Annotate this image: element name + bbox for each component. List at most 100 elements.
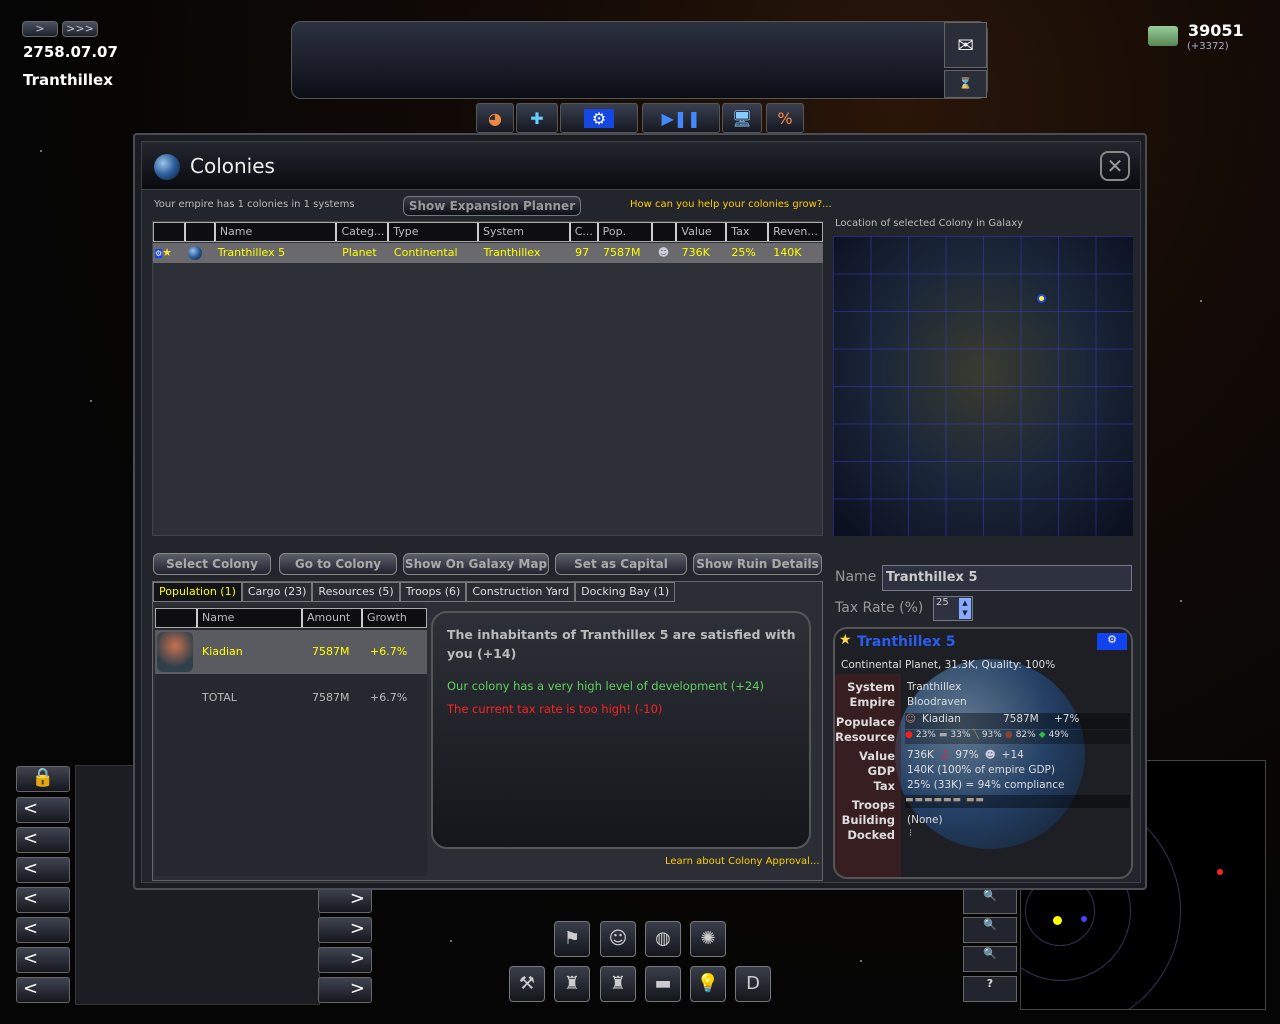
col-amount[interactable]: Amount	[301, 609, 361, 627]
approval-headline: The inhabitants of Tranthillex 5 are sat…	[447, 627, 796, 661]
next-unit-button[interactable]: >	[318, 977, 372, 1003]
label-resource: Resource	[835, 730, 895, 744]
troops-icon[interactable]: ♜	[600, 966, 636, 1002]
planet-icon	[187, 246, 202, 260]
table-row[interactable]: ⚙★ Tranthillex 5 Planet Continental Tran…	[153, 243, 823, 263]
colony-summary: Your empire has 1 colonies in 1 systems	[154, 199, 355, 210]
tax-rate-label: Tax Rate (%)	[835, 600, 924, 616]
col-growth[interactable]: Growth	[361, 609, 421, 627]
speed-slow-button[interactable]: >	[22, 21, 58, 37]
card-tax: 25% (33K) = 94% compliance	[907, 779, 1065, 791]
col-c[interactable]: C...	[568, 223, 597, 241]
resource-value: 33%	[950, 730, 971, 740]
tab-troops[interactable]: Troops (6)	[399, 582, 467, 602]
col-system[interactable]: System	[477, 223, 569, 241]
show-ruin-details-button[interactable]: Show Ruin Details	[693, 553, 822, 575]
zoom-out-icon[interactable]: 🔍	[963, 946, 1017, 972]
detail-panel: Population (1) Cargo (23) Resources (5) …	[152, 581, 823, 881]
prev-unit-button[interactable]: <	[16, 887, 70, 913]
col-type[interactable]: Type	[387, 223, 477, 241]
troop-icon[interactable]: ♜	[554, 966, 590, 1002]
diplomacy-icon[interactable]: ⚑	[554, 921, 590, 957]
col-pop[interactable]: Pop.	[596, 223, 652, 241]
tax-rate-value: 25	[936, 597, 949, 608]
card-race: Kiadian	[921, 713, 961, 725]
next-unit-button[interactable]: >	[318, 887, 372, 913]
go-to-colony-button[interactable]: Go to Colony	[279, 553, 397, 575]
col-approval[interactable]	[651, 223, 675, 241]
set-as-capital-button[interactable]: Set as Capital	[555, 553, 687, 575]
colonies-table: Name Categ... Type System C... Pop. Valu…	[152, 221, 823, 536]
next-unit-button[interactable]: >	[318, 917, 372, 943]
message-bar	[291, 21, 988, 99]
prev-unit-button[interactable]: <	[16, 947, 70, 973]
planet-icon[interactable]: ◍	[645, 921, 681, 957]
zoom-in-icon[interactable]: 🔍	[963, 888, 1017, 914]
col-category[interactable]: Categ...	[335, 223, 387, 241]
tab-cargo[interactable]: Cargo (23)	[241, 582, 313, 602]
population-row[interactable]: Kiadian 7587M +6.7%	[155, 630, 427, 674]
lock-icon[interactable]: 🔒	[16, 766, 70, 792]
tank-icon[interactable]: ▬	[645, 966, 681, 1002]
prev-ship-button[interactable]: <	[16, 827, 70, 853]
cell-revenue: 140K	[773, 246, 802, 259]
help-grow-link[interactable]: How can you help your colonies grow?...	[630, 199, 832, 210]
stepper-arrows-icon[interactable]: ▲ ▼	[959, 598, 971, 619]
card-growth: +7%	[1053, 713, 1080, 725]
card-pop: 7587M	[1002, 713, 1039, 725]
play-pause-icon[interactable]: ▶❚❚	[642, 103, 720, 133]
col-name[interactable]: Name	[213, 223, 336, 241]
help-icon[interactable]: ?	[963, 976, 1017, 1002]
resource-crystal-icon: ◆	[1038, 730, 1046, 740]
card-gdp: 140K (100% of empire GDP)	[907, 764, 1055, 776]
tab-resources[interactable]: Resources (5)	[312, 582, 400, 602]
design-icon[interactable]: D	[735, 966, 771, 1002]
close-button[interactable]: ✕	[1100, 151, 1130, 181]
prev-unit-button[interactable]: <	[16, 917, 70, 943]
approval-positive: Our colony has a very high level of deve…	[447, 679, 765, 693]
ship-icon[interactable]: ✚	[516, 103, 558, 133]
empire-flag-icon[interactable]: ⚙	[560, 103, 638, 133]
label-populace: Populace	[835, 715, 895, 729]
col-tax[interactable]: Tax	[725, 223, 767, 241]
galaxy-icon[interactable]: ✺	[690, 921, 726, 957]
research-bulb-icon[interactable]: 💡	[690, 966, 726, 1002]
col-race-name[interactable]: Name	[196, 609, 301, 627]
next-unit-button[interactable]: >	[318, 947, 372, 973]
col-value[interactable]: Value	[675, 223, 725, 241]
resource-ore-icon: ●	[1004, 730, 1013, 740]
prev-unit-button[interactable]: <	[16, 977, 70, 1003]
approval-box: The inhabitants of Tranthillex 5 are sat…	[431, 611, 811, 849]
tab-docking-bay[interactable]: Docking Bay (1)	[575, 582, 676, 602]
approval-face-icon: ☻	[984, 749, 996, 761]
computer-icon[interactable]: 🖥	[722, 103, 762, 133]
tab-population[interactable]: Population (1)	[153, 582, 242, 602]
show-on-galaxy-map-button[interactable]: Show On Galaxy Map	[403, 553, 549, 575]
speed-fast-button[interactable]: >>>	[62, 21, 98, 37]
approval-negative: The current tax rate is too high! (-10)	[447, 702, 663, 716]
prev-planet-button[interactable]: <	[16, 797, 70, 823]
colony-name-input[interactable]: Tranthillex 5	[882, 565, 1132, 591]
learn-approval-link[interactable]: Learn about Colony Approval...	[665, 856, 820, 867]
pie-chart-icon[interactable]: ◕	[476, 103, 514, 133]
messages-envelope-icon[interactable]: ✉	[944, 22, 987, 68]
prev-troop-button[interactable]: <	[16, 857, 70, 883]
character-icon[interactable]: ☺	[600, 921, 636, 957]
tab-construction-yard[interactable]: Construction Yard	[466, 582, 576, 602]
game-date: 2758.07.07	[23, 43, 118, 61]
card-happiness: 97%	[955, 749, 979, 761]
galaxy-location-map[interactable]	[833, 236, 1133, 536]
credits-value: 39051	[1188, 21, 1244, 40]
hourglass-icon[interactable]: ⌛	[944, 70, 987, 98]
tax-rate-stepper[interactable]: 25 ▲ ▼	[933, 596, 973, 621]
label-value: Value	[859, 749, 895, 763]
construction-icon[interactable]: ⚒	[509, 966, 545, 1002]
zoom-mid-icon[interactable]: 🔍	[963, 917, 1017, 943]
map-label: Location of selected Colony in Galaxy	[835, 218, 1024, 229]
show-expansion-planner-button[interactable]: Show Expansion Planner	[403, 196, 581, 216]
happiness-note-icon: ♫	[939, 749, 950, 761]
percent-icon[interactable]: %	[766, 103, 804, 133]
table-header: Name Categ... Type System C... Pop. Valu…	[153, 222, 823, 242]
select-colony-button[interactable]: Select Colony	[153, 553, 271, 575]
col-revenue[interactable]: Reven...	[767, 223, 822, 241]
